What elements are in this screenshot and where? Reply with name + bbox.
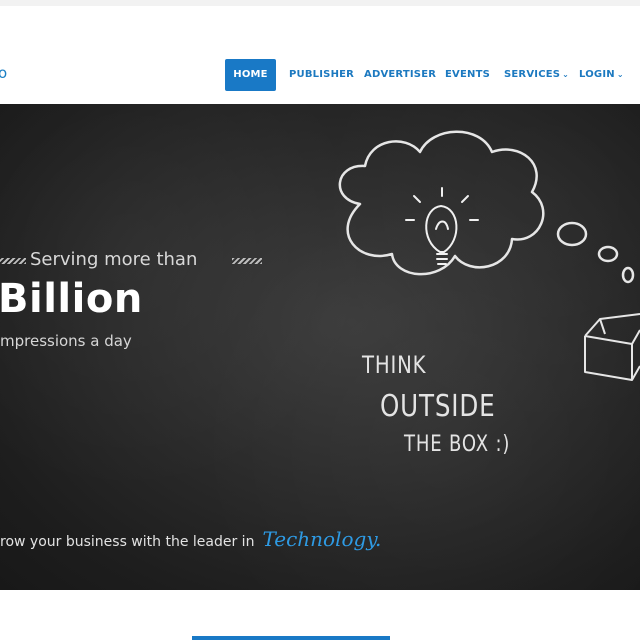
section-accent-bar	[192, 636, 390, 640]
site-logo[interactable]: o	[0, 64, 7, 82]
chevron-down-icon: ⌄	[616, 70, 624, 79]
box-icon	[584, 313, 640, 381]
grow-tagline: row your business with the leader in Tech…	[0, 527, 381, 551]
hero-banner: Serving more than Billion mpressions a d…	[0, 104, 640, 590]
nav-services-label: SERVICES	[504, 69, 561, 80]
outside-text: OUTSIDE	[380, 389, 496, 424]
nav-login-label: LOGIN	[579, 69, 615, 80]
nav-events[interactable]: EVENTS	[445, 59, 490, 91]
chalk-drawings	[338, 130, 640, 381]
the-box-text: THE BOX :)	[404, 432, 511, 457]
nav-home[interactable]: HOME	[225, 59, 276, 91]
grow-text: row your business with the leader in	[0, 534, 255, 550]
nav-advertiser[interactable]: ADVERTISER	[364, 59, 436, 91]
nav-login[interactable]: LOGIN ⌄	[579, 59, 624, 91]
thought-cloud-icon	[338, 130, 635, 284]
nav-services[interactable]: SERVICES ⌄	[504, 59, 569, 91]
site-header: o HOME PUBLISHER ADVERTISER EVENTS SERVI…	[0, 6, 640, 104]
think-text: THINK	[362, 351, 427, 379]
lightbulb-icon	[405, 187, 479, 265]
technology-text: Technology.	[262, 527, 382, 551]
nav-publisher[interactable]: PUBLISHER	[289, 59, 354, 91]
chevron-down-icon: ⌄	[562, 70, 570, 79]
